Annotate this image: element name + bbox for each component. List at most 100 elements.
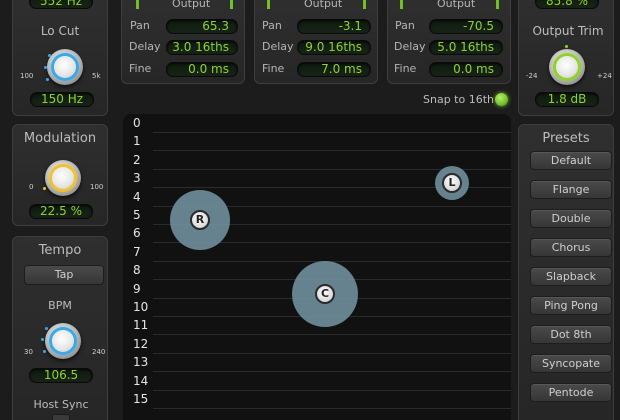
output-trim-knob[interactable] — [544, 44, 590, 90]
output-meter-right — [496, 0, 499, 9]
output-trim-label: Output Trim — [532, 24, 604, 38]
host-sync-label: Host Sync — [33, 398, 89, 411]
grid-row-number: 2 — [133, 152, 141, 167]
grid-row-number: 4 — [133, 189, 141, 204]
grid-line — [153, 132, 511, 133]
bpm-label: BPM — [48, 299, 72, 312]
modulation-title: Modulation — [23, 131, 97, 146]
tempo-title: Tempo — [38, 243, 82, 258]
pan-value[interactable]: -70.5 — [429, 19, 503, 34]
grid-line — [153, 150, 511, 152]
delay-label: Delay — [129, 40, 161, 53]
bpm-min-label: 30 — [24, 348, 33, 356]
grid-line — [153, 389, 511, 391]
output-meter-right — [363, 0, 366, 9]
frequency-readout: 552 Hz — [29, 0, 93, 9]
pan-value[interactable]: 65.3 — [166, 19, 238, 34]
preset-button[interactable]: Syncopate — [530, 354, 612, 373]
channel-marker-r[interactable]: R — [190, 210, 210, 230]
delay-label: Delay — [262, 40, 294, 53]
fine-field[interactable]: 0.0 ms — [166, 62, 238, 77]
preset-button[interactable]: Ping Pong — [530, 296, 612, 315]
preset-button[interactable]: Flange — [530, 180, 612, 199]
grid-row-number: 0 — [133, 116, 141, 130]
output-trim-max-label: +24 — [597, 72, 612, 80]
modulation-max-label: 100 — [90, 183, 104, 191]
grid-row-number: 11 — [133, 318, 149, 333]
output-label: Output — [172, 0, 211, 10]
grid-line — [153, 408, 511, 409]
output-meter-left — [136, 0, 139, 9]
fine-label: Fine — [394, 62, 417, 75]
grid-row-number: 14 — [133, 373, 149, 388]
fine-value[interactable]: 0.0 ms — [429, 62, 503, 77]
output-label: Output — [437, 0, 476, 10]
fine-label: Fine — [262, 62, 285, 75]
delay-value[interactable]: 3.0 16ths — [166, 40, 238, 55]
percent-readout: 85.8 % — [535, 0, 599, 9]
fine-value[interactable]: 0.0 ms — [166, 62, 238, 77]
lo-cut-max-label: 5k — [92, 72, 101, 80]
modulation-min-label: 0 — [29, 183, 34, 191]
pan-field[interactable]: -3.1 — [297, 19, 371, 34]
grid-row-number: 5 — [133, 208, 141, 222]
modulation-knob[interactable] — [40, 155, 86, 201]
preset-button[interactable]: Chorus — [530, 238, 612, 257]
output-label: Output — [304, 0, 343, 10]
delay-field[interactable]: 5.0 16ths — [429, 40, 503, 55]
lo-cut-min-label: 100 — [20, 72, 34, 80]
fine-field[interactable]: 7.0 ms — [297, 62, 371, 77]
grid-row-number: 9 — [133, 281, 141, 296]
preset-button[interactable]: Double — [530, 209, 612, 228]
lo-cut-value: 150 Hz — [30, 92, 94, 107]
grid-row-number: 15 — [133, 392, 149, 406]
output-trim-value: 1.8 dB — [535, 92, 599, 107]
pan-label: Pan — [262, 19, 282, 32]
grid-row-number: 6 — [133, 226, 141, 241]
output-meter-left — [267, 0, 270, 9]
fine-label: Fine — [129, 62, 152, 75]
pan-label: Pan — [130, 19, 150, 32]
grid-row-number: 12 — [133, 336, 149, 351]
output-meter-right — [230, 0, 233, 9]
pan-label: Pan — [395, 19, 415, 32]
modulation-value: 22.5 % — [29, 204, 93, 219]
lo-cut-label: Lo Cut — [40, 24, 80, 38]
delay-value[interactable]: 5.0 16ths — [429, 40, 503, 55]
tap-button[interactable]: Tap — [24, 265, 104, 285]
bpm-value: 106.5 — [29, 368, 93, 383]
preset-button[interactable]: Slapback — [530, 267, 612, 286]
channel-marker-c[interactable]: C — [315, 283, 335, 304]
grid-line — [153, 334, 511, 336]
presets-title: Presets — [542, 131, 590, 146]
bpm-knob[interactable] — [40, 318, 86, 364]
grid-line — [153, 352, 511, 354]
delay-value[interactable]: 9.0 16ths — [297, 40, 371, 55]
grid-row-number: 1 — [133, 134, 141, 149]
fine-value[interactable]: 7.0 ms — [297, 62, 371, 77]
grid-row-number: 3 — [133, 171, 141, 186]
grid-row-number: 8 — [133, 263, 141, 278]
snap-led-toggle[interactable] — [495, 93, 508, 106]
output-meter-left — [400, 0, 403, 9]
preset-button[interactable]: Dot 8th — [530, 325, 612, 344]
host-sync-toggle[interactable] — [52, 414, 70, 420]
delay-field[interactable]: 9.0 16ths — [297, 40, 371, 55]
output-trim-min-label: -24 — [526, 72, 538, 80]
preset-button[interactable]: Pentode — [530, 383, 612, 402]
pan-value[interactable]: -3.1 — [297, 19, 371, 34]
delay-field[interactable]: 3.0 16ths — [166, 40, 238, 55]
grid-row-number: 13 — [133, 355, 149, 370]
delay-label: Delay — [394, 40, 426, 53]
pan-field[interactable]: -70.5 — [429, 19, 503, 34]
grid-row-number: 10 — [133, 300, 149, 314]
delay-grid[interactable]: 0 1 2 3 4 5 6 7 8 9 10 11 12 13 14 15 L R C — [123, 114, 511, 420]
grid-line — [153, 371, 511, 373]
grid-row-number: 7 — [133, 244, 141, 259]
preset-button[interactable]: Default — [530, 151, 612, 170]
pan-field[interactable]: 65.3 — [166, 19, 238, 34]
lo-cut-knob[interactable] — [42, 44, 88, 90]
bpm-max-label: 240 — [92, 348, 106, 356]
snap-label: Snap to 16th — [423, 93, 494, 106]
fine-field[interactable]: 0.0 ms — [429, 62, 503, 77]
